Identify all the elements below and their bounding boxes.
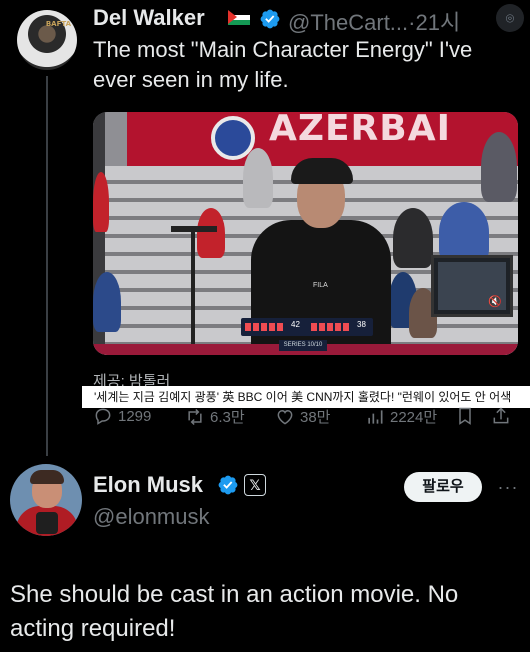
score-left: 42 (291, 320, 300, 329)
spectator (93, 172, 109, 232)
view-count: 2224만 (390, 409, 438, 426)
monitor: 🔇 (431, 255, 513, 317)
avatar-tag: BAFTA (45, 20, 71, 28)
share-button[interactable] (491, 406, 511, 426)
reply-count: 1299 (118, 407, 152, 425)
tweet-actions: 1299 6.3만 38만 2224만 (93, 406, 518, 432)
retweet-icon (188, 408, 202, 425)
news-ticker: '세계는 지금 김예지 광풍' 英 BBC 이어 美 CNN까지 홀렸다! "런… (82, 386, 530, 408)
tweet-text: She should be cast in an action movie. N… (10, 581, 459, 642)
mute-icon[interactable]: 🔇 (488, 295, 502, 308)
more-options-icon[interactable]: ··· (496, 477, 520, 497)
retweet-count: 6.3만 (210, 409, 245, 426)
spectator (481, 132, 517, 202)
follow-button[interactable]: 팔로우 (404, 472, 482, 502)
like-button[interactable]: 38만 (275, 406, 331, 427)
handle-text[interactable]: @TheCart... (288, 10, 408, 35)
author-name[interactable]: Del Walker (93, 5, 205, 31)
tweet-media-video[interactable]: AZERBAI FILA 🔇 42 38 SERIES 10/10 (93, 112, 518, 355)
views-chart-icon (368, 409, 383, 424)
share-icon (493, 407, 509, 424)
views-button[interactable]: 2224만 (365, 406, 437, 427)
author-name[interactable]: Elon Musk (93, 472, 203, 498)
spectator (93, 272, 121, 332)
author-handle[interactable]: @elonmusk (93, 504, 210, 530)
spectator (439, 202, 489, 262)
spectator (393, 208, 433, 268)
timestamp[interactable]: ·21시 (408, 10, 460, 35)
tweet-text: The most "Main Character Energy" I've ev… (93, 37, 473, 92)
like-count: 38만 (300, 409, 331, 426)
bookmark-icon (459, 407, 471, 425)
grok-icon[interactable]: ⌾ (496, 4, 524, 32)
thread-connector-line (46, 76, 48, 456)
verified-badge-icon (260, 9, 280, 29)
avatar[interactable]: BAFTA (17, 10, 77, 70)
avatar[interactable] (10, 464, 82, 536)
x-affiliation-badge[interactable]: 𝕏 (244, 474, 266, 496)
author-handle[interactable]: @TheCart...·21시 (288, 5, 460, 37)
verified-badge-icon (218, 475, 238, 495)
reply-icon (95, 408, 111, 425)
spectator (197, 208, 225, 258)
series-label: SERIES 10/10 (279, 340, 327, 351)
heart-icon (277, 409, 293, 425)
score-right: 38 (357, 320, 366, 329)
retweet-button[interactable]: 6.3만 (185, 406, 245, 427)
scoreboard: 42 38 (241, 318, 373, 336)
reply-button[interactable]: 1299 (93, 406, 151, 426)
palestine-flag-icon (228, 10, 250, 25)
banner-text: AZERBAI (269, 112, 451, 149)
bookmark-button[interactable] (455, 406, 475, 426)
